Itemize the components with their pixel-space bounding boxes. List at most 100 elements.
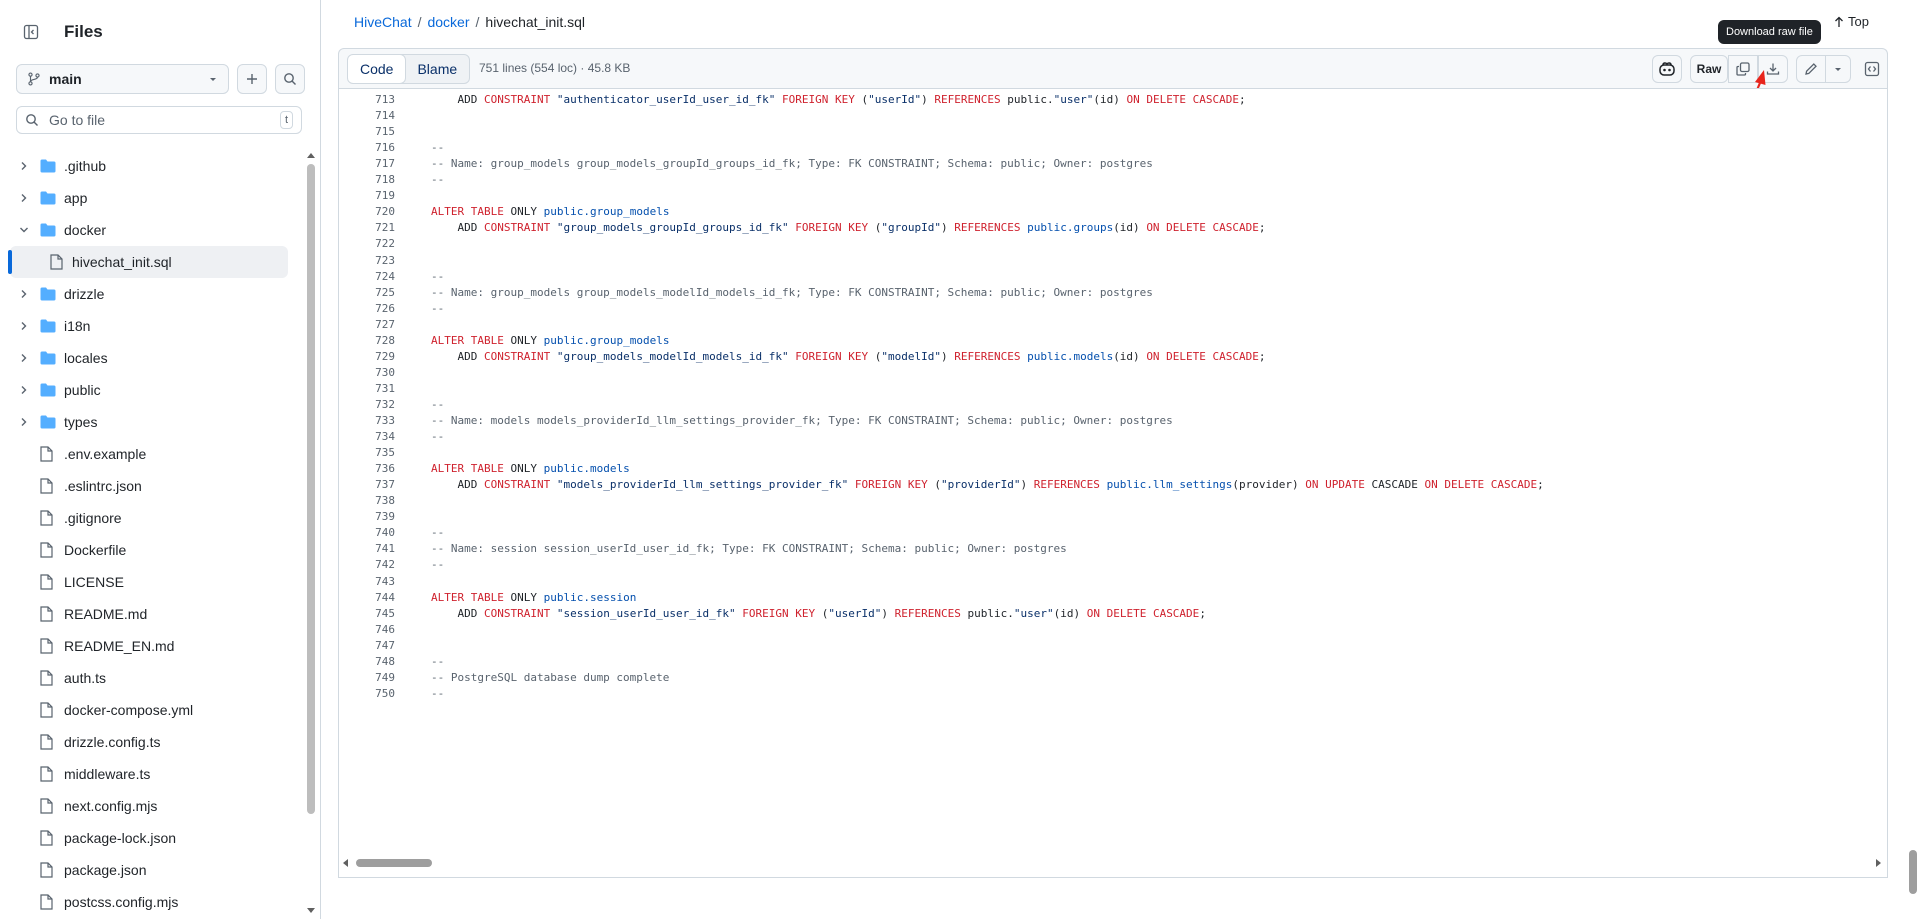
- line-number[interactable]: 744: [339, 590, 395, 606]
- edit-file-button[interactable]: [1796, 55, 1826, 83]
- sidebar-scroll-thumb[interactable]: [307, 164, 315, 814]
- line-number[interactable]: 746: [339, 622, 395, 638]
- line-number[interactable]: 726: [339, 301, 395, 317]
- chevron-right-icon[interactable]: [18, 192, 30, 204]
- tab-code[interactable]: Code: [348, 55, 407, 83]
- line-number[interactable]: 719: [339, 188, 395, 204]
- tree-file-item[interactable]: .eslintrc.json: [0, 470, 300, 502]
- line-number[interactable]: 714: [339, 108, 395, 124]
- line-number[interactable]: 739: [339, 509, 395, 525]
- line-number[interactable]: 721: [339, 220, 395, 236]
- line-number[interactable]: 740: [339, 525, 395, 541]
- tree-file-item[interactable]: hivechat_init.sql: [8, 246, 288, 278]
- tree-file-item[interactable]: docker-compose.yml: [0, 694, 300, 726]
- line-number[interactable]: 732: [339, 397, 395, 413]
- chevron-right-icon[interactable]: [18, 288, 30, 300]
- chevron-down-icon[interactable]: [18, 224, 30, 236]
- line-number[interactable]: 748: [339, 654, 395, 670]
- code-line: 741 -- Name: session session_userId_user_…: [339, 541, 1879, 557]
- tree-file-item[interactable]: README.md: [0, 598, 300, 630]
- code-horizontal-scrollbar[interactable]: [338, 856, 1886, 870]
- line-number[interactable]: 724: [339, 269, 395, 285]
- tree-file-item[interactable]: auth.ts: [0, 662, 300, 694]
- tree-file-item[interactable]: package.json: [0, 854, 300, 886]
- line-number[interactable]: 733: [339, 413, 395, 429]
- line-content: ALTER TABLE ONLY public.group_models: [431, 204, 669, 220]
- tree-folder-item[interactable]: types: [0, 406, 300, 438]
- tree-folder-item[interactable]: app: [0, 182, 300, 214]
- chevron-right-icon[interactable]: [18, 384, 30, 396]
- tree-file-item[interactable]: .env.example: [0, 438, 300, 470]
- page-scroll-thumb[interactable]: [1909, 850, 1917, 894]
- chevron-right-icon[interactable]: [18, 416, 30, 428]
- line-number[interactable]: 749: [339, 670, 395, 686]
- symbols-panel-button[interactable]: [1859, 55, 1885, 83]
- line-number[interactable]: 717: [339, 156, 395, 172]
- tree-file-item[interactable]: LICENSE: [0, 566, 300, 598]
- chevron-right-icon[interactable]: [18, 320, 30, 332]
- line-number[interactable]: 720: [339, 204, 395, 220]
- tree-file-item[interactable]: middleware.ts: [0, 758, 300, 790]
- go-to-file-input[interactable]: Go to file t: [16, 106, 302, 134]
- line-number[interactable]: 750: [339, 686, 395, 702]
- raw-button[interactable]: Raw: [1690, 55, 1728, 83]
- tab-blame[interactable]: Blame: [405, 55, 469, 83]
- tree-folder-item[interactable]: drizzle: [0, 278, 300, 310]
- tree-folder-item[interactable]: .github: [0, 150, 300, 182]
- code-token: CONSTRAINT: [483, 221, 557, 235]
- code-token: "providerId": [940, 478, 1021, 492]
- line-number[interactable]: 723: [339, 253, 395, 269]
- tree-file-item[interactable]: postcss.config.mjs: [0, 886, 300, 918]
- line-number[interactable]: 730: [339, 365, 395, 381]
- line-number[interactable]: 742: [339, 557, 395, 573]
- edit-options-button[interactable]: [1825, 55, 1851, 83]
- line-number[interactable]: 715: [339, 124, 395, 140]
- line-number[interactable]: 716: [339, 140, 395, 156]
- line-number[interactable]: 735: [339, 445, 395, 461]
- chevron-right-icon[interactable]: [18, 160, 30, 172]
- chevron-right-icon[interactable]: [18, 352, 30, 364]
- line-number[interactable]: 731: [339, 381, 395, 397]
- line-number[interactable]: 725: [339, 285, 395, 301]
- tree-file-item[interactable]: README_EN.md: [0, 630, 300, 662]
- line-number[interactable]: 727: [339, 317, 395, 333]
- page-scrollbar[interactable]: [1906, 0, 1920, 919]
- line-number[interactable]: 737: [339, 477, 395, 493]
- tree-file-item[interactable]: package-lock.json: [0, 822, 300, 854]
- code-line: 724 --: [339, 269, 1879, 285]
- tree-file-item[interactable]: .gitignore: [0, 502, 300, 534]
- tree-folder-item[interactable]: docker: [0, 214, 300, 246]
- tree-folder-item[interactable]: locales: [0, 342, 300, 374]
- line-number[interactable]: 738: [339, 493, 395, 509]
- line-number[interactable]: 718: [339, 172, 395, 188]
- line-number[interactable]: 743: [339, 574, 395, 590]
- sidebar-scrollbar[interactable]: [306, 150, 316, 919]
- add-file-button[interactable]: [237, 64, 268, 94]
- line-number[interactable]: 729: [339, 349, 395, 365]
- code-token: (id): [1053, 606, 1087, 620]
- copilot-button[interactable]: [1652, 55, 1682, 83]
- line-number[interactable]: 745: [339, 606, 395, 622]
- code-token: "groupId": [881, 221, 941, 235]
- line-number[interactable]: 747: [339, 638, 395, 654]
- line-number[interactable]: 713: [339, 92, 395, 108]
- line-number[interactable]: 728: [339, 333, 395, 349]
- code-scroll-thumb[interactable]: [356, 859, 432, 867]
- collapse-sidebar-button[interactable]: [16, 17, 46, 47]
- tree-file-item[interactable]: next.config.mjs: [0, 790, 300, 822]
- back-to-top-link[interactable]: Top: [1834, 14, 1869, 29]
- line-number[interactable]: 736: [339, 461, 395, 477]
- line-number[interactable]: 734: [339, 429, 395, 445]
- breadcrumb-repo-link[interactable]: HiveChat: [354, 14, 412, 30]
- breadcrumb-folder-link[interactable]: docker: [427, 14, 469, 30]
- line-number[interactable]: 722: [339, 236, 395, 252]
- branch-selector[interactable]: main: [16, 64, 230, 94]
- line-number[interactable]: 741: [339, 541, 395, 557]
- tree-file-item[interactable]: Dockerfile: [0, 534, 300, 566]
- code-line: 733 -- Name: models models_providerId_llm…: [339, 413, 1879, 429]
- search-button[interactable]: [275, 64, 306, 94]
- tree-file-item[interactable]: drizzle.config.ts: [0, 726, 300, 758]
- tree-folder-item[interactable]: i18n: [0, 310, 300, 342]
- code-view[interactable]: 713 ADD CONSTRAINT "authenticator_userId…: [338, 88, 1888, 878]
- tree-folder-item[interactable]: public: [0, 374, 300, 406]
